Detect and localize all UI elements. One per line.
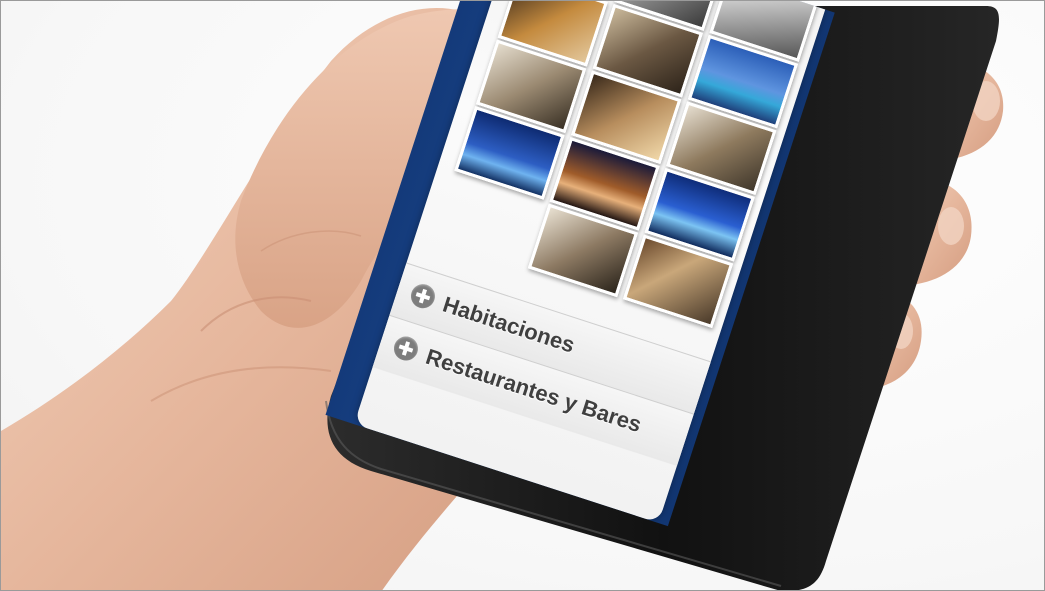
photo-frame: Habitaciones Restaurantes y Bares (0, 0, 1045, 591)
photo-gallery (454, 1, 820, 329)
plus-circle-icon (407, 281, 439, 312)
plus-circle-icon (390, 333, 422, 364)
